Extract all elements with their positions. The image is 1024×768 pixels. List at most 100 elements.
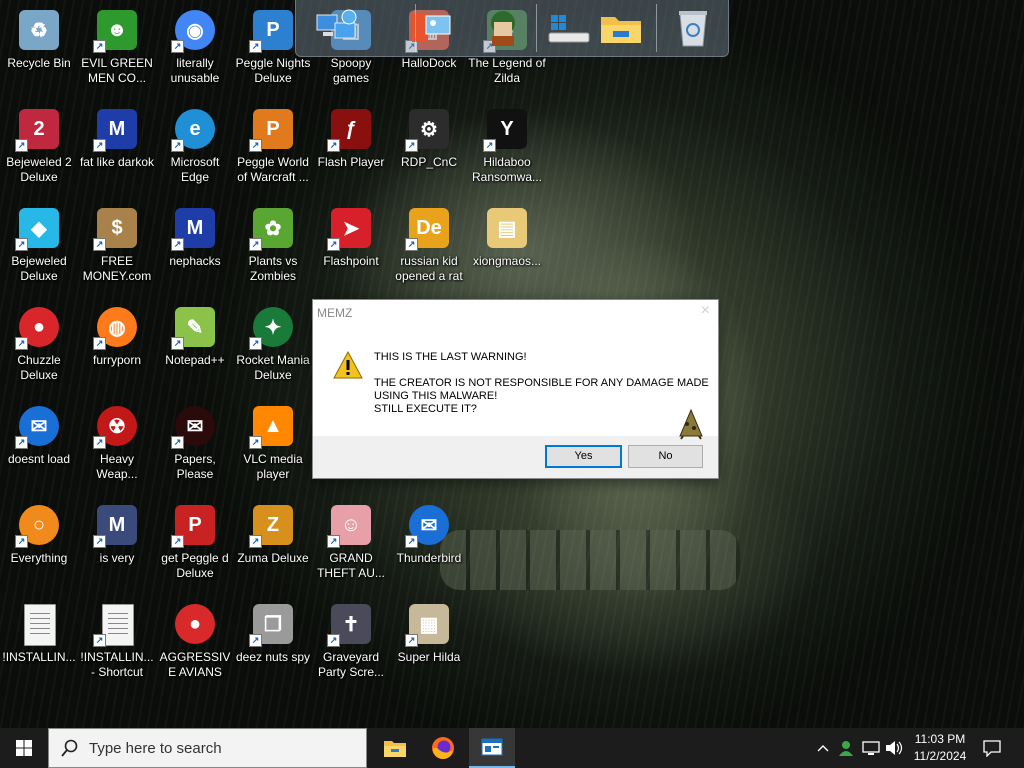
dialog-footer: Yes No — [313, 436, 718, 478]
desktop-icon[interactable]: ● AGGRESSIVE AVIANS — [156, 598, 234, 696]
desktop-icon[interactable]: ✉ ↗ doesnt load — [0, 400, 78, 498]
desktop-icon[interactable]: ◍ ↗ furryporn — [78, 301, 156, 399]
desktop-icon-label: Flash Player — [317, 155, 385, 169]
people-tray-icon[interactable] — [836, 728, 856, 768]
desktop-icon[interactable]: P ↗ Peggle World of Warcraft ... — [234, 103, 312, 201]
clock-time: 11:03 PM — [914, 732, 966, 746]
desktop-icon-label: Thunderbird — [396, 551, 462, 565]
shortcut-arrow-icon: ↗ — [171, 535, 184, 548]
desktop-icon-label: is very — [99, 551, 135, 565]
desktop[interactable]: ♻ Recycle Bin ☻ ↗ EVIL GREEN MEN CO... ◉ ↗ lite… — [0, 0, 1024, 728]
desktop-icon-label: !INSTALLIN... - Shortcut — [80, 650, 154, 679]
desktop-icon[interactable]: ♻ Recycle Bin — [0, 4, 78, 102]
desktop-icon[interactable]: ☺ ↗ GRAND THEFT AU... — [312, 499, 390, 597]
recycle-bin-icon: ♻ — [19, 10, 59, 50]
shortcut-arrow-icon: ↗ — [249, 535, 262, 548]
file-explorer-icon[interactable] — [598, 6, 644, 50]
shortcut-arrow-icon: ↗ — [15, 535, 28, 548]
shortcut-arrow-icon: ↗ — [15, 139, 28, 152]
close-icon[interactable]: × — [701, 302, 710, 320]
desktop-icon[interactable]: P ↗ get Peggle d Deluxe — [156, 499, 234, 597]
shortcut-arrow-icon: ↗ — [171, 139, 184, 152]
desktop-icon[interactable]: ◉ ↗ literally unusable — [156, 4, 234, 102]
desktop-icon[interactable]: M ↗ is very — [78, 499, 156, 597]
desktop-icon[interactable]: M ↗ nephacks — [156, 202, 234, 300]
desktop-icon[interactable]: Z ↗ Zuma Deluxe — [234, 499, 312, 597]
shortcut-arrow-icon: ↗ — [15, 337, 28, 350]
desktop-icon[interactable]: ✿ ↗ Plants vs Zombies — [234, 202, 312, 300]
taskbar-clock[interactable]: 11:03 PM 11/2/2024 — [905, 731, 975, 765]
desktop-icon[interactable]: $ ↗ FREE MONEY.com — [78, 202, 156, 300]
search-icon — [61, 739, 78, 757]
message-line: THE CREATOR IS NOT RESPONSIBLE FOR ANY D… — [374, 377, 709, 389]
network-tray-icon[interactable] — [860, 728, 882, 768]
network-computers-icon[interactable] — [314, 6, 360, 50]
desktop-icon[interactable]: ❐ ↗ deez nuts spy — [234, 598, 312, 696]
desktop-icon[interactable]: ➤ ↗ Flashpoint — [312, 202, 390, 300]
desktop-icon-label: Rocket Mania Deluxe — [236, 353, 310, 382]
desktop-icon[interactable]: ▦ ↗ Super Hilda — [390, 598, 468, 696]
text-file-icon — [102, 604, 134, 646]
wallpaper-detail — [440, 530, 740, 590]
desktop-icon[interactable]: ○ ↗ Everything — [0, 499, 78, 597]
desktop-icon-label: Peggle Nights Deluxe — [235, 56, 311, 85]
desktop-icon-label: Super Hilda — [397, 650, 461, 664]
desktop-icon[interactable]: ⚙ ↗ RDP_CnC — [390, 103, 468, 201]
desktop-icon-label: literally unusable — [170, 56, 220, 85]
desktop-icon[interactable]: ✉ ↗ Papers, Please — [156, 400, 234, 498]
desktop-icon-label: Hildaboo Ransomwa... — [471, 155, 543, 184]
desktop-icon[interactable]: ▤ xiongmaos... — [468, 202, 546, 300]
desktop-icon[interactable]: ☻ ↗ EVIL GREEN MEN CO... — [78, 4, 156, 102]
taskbar-search-box[interactable]: Type here to search — [48, 728, 367, 768]
desktop-icon-label: AGGRESSIVE AVIANS — [159, 650, 231, 679]
desktop-icon[interactable]: Y ↗ Hildaboo Ransomwa... — [468, 103, 546, 201]
desktop-icon[interactable]: ✦ ↗ Rocket Mania Deluxe — [234, 301, 312, 399]
taskbar-app-file-explorer[interactable] — [372, 728, 418, 768]
desktop-icon-label: deez nuts spy — [235, 650, 311, 664]
start-button[interactable] — [0, 728, 48, 768]
dialog-message: THIS IS THE LAST WARNING! ​ THE CREATOR … — [374, 351, 709, 416]
shortcut-arrow-icon: ↗ — [249, 139, 262, 152]
taskbar-app-message-box[interactable] — [469, 728, 515, 768]
shortcut-arrow-icon: ↗ — [93, 634, 106, 647]
desktop-icon[interactable]: ↗ !INSTALLIN... - Shortcut — [78, 598, 156, 696]
desktop-icon-label: FREE MONEY.com — [82, 254, 152, 283]
desktop-icon[interactable]: ƒ ↗ Flash Player — [312, 103, 390, 201]
desktop-icon-label: russian kid opened a rat — [395, 254, 463, 283]
no-button[interactable]: No — [628, 445, 703, 468]
desktop-icon[interactable]: ● ↗ Chuzzle Deluxe — [0, 301, 78, 399]
desktop-icon-label: xiongmaos... — [472, 254, 542, 268]
desktop-icon[interactable]: M ↗ fat like darkok — [78, 103, 156, 201]
desktop-icon[interactable]: ✎ ↗ Notepad++ — [156, 301, 234, 399]
desktop-icon[interactable]: ▲ ↗ VLC media player — [234, 400, 312, 498]
desktop-icon[interactable]: ✉ ↗ Thunderbird — [390, 499, 468, 597]
desktop-icon-label: GRAND THEFT AU... — [317, 551, 385, 580]
yes-button[interactable]: Yes — [545, 445, 622, 468]
shortcut-arrow-icon: ↗ — [93, 535, 106, 548]
desktop-icon-label: nephacks — [169, 254, 221, 268]
desktop-icon[interactable]: De ↗ russian kid opened a rat — [390, 202, 468, 300]
shortcut-arrow-icon: ↗ — [171, 436, 184, 449]
desktop-icon[interactable]: ☢ ↗ Heavy Weap... — [78, 400, 156, 498]
warning-icon — [333, 350, 363, 384]
show-hidden-icons-chevron-icon[interactable] — [814, 728, 832, 768]
desktop-icon-label: Chuzzle Deluxe — [17, 353, 61, 382]
action-center-button[interactable] — [978, 728, 1006, 768]
taskbar-app-firefox[interactable] — [420, 728, 466, 768]
windows-drive-icon[interactable] — [546, 6, 592, 50]
volume-tray-icon[interactable] — [884, 728, 904, 768]
recycle-bin-icon[interactable] — [670, 6, 716, 50]
zilda-icon[interactable] — [480, 6, 526, 50]
desktop-icon-label: RDP_CnC — [400, 155, 457, 169]
desktop-icon[interactable]: !INSTALLIN... — [0, 598, 78, 696]
desktop-icon[interactable]: 2 ↗ Bejeweled 2 Deluxe — [0, 103, 78, 201]
desktop-icon[interactable]: ✝ ↗ Graveyard Party Scre... — [312, 598, 390, 696]
desktop-icon-label: EVIL GREEN MEN CO... — [81, 56, 153, 85]
shortcut-arrow-icon: ↗ — [405, 238, 418, 251]
desktop-icon[interactable]: ◆ ↗ Bejeweled Deluxe — [0, 202, 78, 300]
desktop-icon-label: !INSTALLIN... — [2, 650, 76, 664]
desktop-icon-label: Recycle Bin — [7, 56, 71, 70]
message-line: THIS IS THE LAST WARNING! — [374, 351, 527, 363]
desktop-icon[interactable]: e ↗ Microsoft Edge — [156, 103, 234, 201]
desktop-icon-label: Heavy Weap... — [96, 452, 138, 481]
